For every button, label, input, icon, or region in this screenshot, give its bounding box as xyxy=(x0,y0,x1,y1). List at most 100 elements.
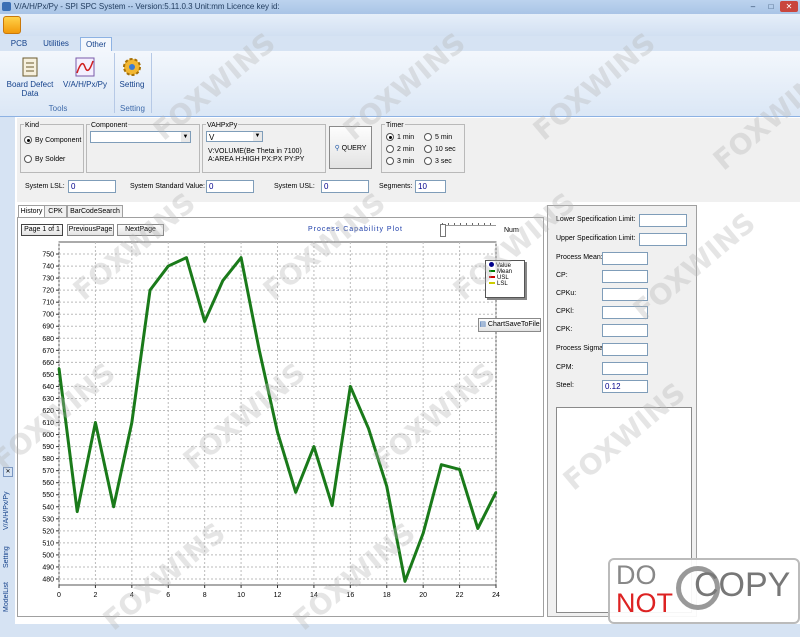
chart-save-to-file-button[interactable]: ▤ ChartSaveToFile xyxy=(478,318,541,332)
kind-by-solder[interactable]: By Solder xyxy=(24,155,65,163)
application-menu-button[interactable] xyxy=(3,16,21,34)
search-icon: ⚲ xyxy=(334,145,340,152)
timer-1min[interactable]: 1 min xyxy=(386,133,414,141)
ribbon-tab-strip xyxy=(0,36,800,52)
side-panel: ✕ V/A/H/Px/Py Setting ModelList xyxy=(0,464,16,624)
data-point xyxy=(349,385,352,388)
board-defect-data-button[interactable]: Board Defect Data xyxy=(6,56,54,98)
side-tab-vahpxpy[interactable]: V/A/H/Px/Py xyxy=(3,480,10,530)
tick-label-x: 20 xyxy=(419,592,427,599)
radio-3min[interactable] xyxy=(386,157,394,165)
minimize-icon[interactable]: – xyxy=(744,1,762,12)
kind-title: Kind xyxy=(24,122,41,129)
previous-page-button[interactable]: PreviousPage xyxy=(67,224,114,236)
tick-label-x: 18 xyxy=(383,592,391,599)
stat-value[interactable] xyxy=(602,252,648,265)
slider-track xyxy=(440,225,496,228)
tick-label-y: 710 xyxy=(42,300,54,307)
stat-value[interactable] xyxy=(602,343,648,356)
radio-by-solder[interactable] xyxy=(24,155,32,163)
component-title: Component xyxy=(90,122,129,129)
title-bar: V/A/H/Px/Py - SPI SPC System -- Version:… xyxy=(0,0,800,15)
board-defect-label: Board Defect Data xyxy=(6,80,54,98)
tick-label-x: 0 xyxy=(57,592,61,599)
radio-1min[interactable] xyxy=(386,133,394,141)
radio-10sec[interactable] xyxy=(424,145,432,153)
tab-utilities[interactable]: Utilities xyxy=(38,37,74,51)
system-standard-input[interactable]: 0 xyxy=(206,180,254,193)
system-lsl-input[interactable]: 0 xyxy=(68,180,116,193)
tick-label-y: 750 xyxy=(42,252,54,259)
stat-value[interactable] xyxy=(602,270,648,283)
stat-value[interactable]: 0.12 xyxy=(602,380,648,393)
timer-3min[interactable]: 3 min xyxy=(386,157,414,165)
tick-label-y: 650 xyxy=(42,372,54,379)
data-point xyxy=(294,491,297,494)
stamp-copy: COPY xyxy=(694,566,791,604)
radio-5min[interactable] xyxy=(424,133,432,141)
tick-label-y: 500 xyxy=(42,552,54,559)
stat-label: CPKu: xyxy=(556,290,577,297)
side-tab-setting[interactable]: Setting xyxy=(3,538,10,568)
setting-button[interactable]: Setting xyxy=(116,56,148,89)
stat-label: Lower Specification Limit: xyxy=(556,216,636,223)
tab-pcb[interactable]: PCB xyxy=(6,37,32,51)
legend-item-lsl: LSL xyxy=(489,281,524,287)
stat-value[interactable] xyxy=(639,214,687,227)
query-button[interactable]: ⚲ QUERY xyxy=(329,126,372,169)
segments-input[interactable]: 10 xyxy=(415,180,446,193)
data-point xyxy=(167,264,170,268)
window-title: V/A/H/Px/Py - SPI SPC System -- Version:… xyxy=(14,2,280,11)
data-point xyxy=(276,430,279,434)
chevron-down-icon[interactable]: ▼ xyxy=(253,132,262,141)
vahpxpy-button[interactable]: V/A/H/Px/Py xyxy=(60,56,110,89)
data-point xyxy=(185,256,188,259)
tick-label-y: 620 xyxy=(42,408,54,415)
timer-2min[interactable]: 2 min xyxy=(386,145,414,153)
tick-label-x: 12 xyxy=(274,592,282,599)
system-lsl-label: System LSL: xyxy=(25,183,65,190)
kind-group xyxy=(20,124,84,173)
data-point xyxy=(57,367,61,370)
plot-area xyxy=(58,241,497,586)
tick-label-y: 540 xyxy=(42,504,54,511)
app-icon xyxy=(2,2,11,11)
component-select[interactable] xyxy=(90,131,191,143)
system-usl-input[interactable]: 0 xyxy=(321,180,369,193)
tick-label-y: 610 xyxy=(42,420,54,427)
kind-by-component[interactable]: By Component xyxy=(24,136,81,144)
stat-value[interactable] xyxy=(639,233,687,246)
radio-3sec[interactable] xyxy=(424,157,432,165)
timer-title: Timer xyxy=(385,122,405,129)
chart-title: Process Capability Plot xyxy=(308,226,403,233)
data-point xyxy=(221,279,225,282)
tab-other[interactable]: Other xyxy=(80,37,112,52)
next-page-button[interactable]: NextPage xyxy=(117,224,164,236)
stat-value[interactable] xyxy=(602,306,648,319)
data-point xyxy=(494,491,498,494)
pin-icon[interactable]: ✕ xyxy=(3,467,13,477)
page-indicator: Page 1 of 1 xyxy=(21,224,63,236)
chevron-down-icon[interactable]: ▼ xyxy=(181,132,190,142)
setting-label: Setting xyxy=(119,80,145,89)
radio-by-component[interactable] xyxy=(24,136,32,144)
close-icon[interactable]: ✕ xyxy=(780,1,798,12)
stat-value[interactable] xyxy=(602,362,648,375)
timer-3sec[interactable]: 3 sec xyxy=(424,157,452,165)
stat-label: CP: xyxy=(556,272,568,279)
radio-2min[interactable] xyxy=(386,145,394,153)
vahpxpy-title: VAHPxPy xyxy=(206,122,239,129)
tick-label-x: 14 xyxy=(310,592,318,599)
data-point xyxy=(440,463,443,466)
slider-thumb[interactable] xyxy=(440,224,446,237)
side-tab-modellist[interactable]: ModelList xyxy=(3,576,10,612)
stat-label: Process Mean: xyxy=(556,254,603,261)
stat-value[interactable] xyxy=(602,324,648,337)
num-slider[interactable] xyxy=(440,223,496,237)
tick-label-x: 24 xyxy=(492,592,500,599)
stat-value[interactable] xyxy=(602,288,648,301)
maximize-icon[interactable]: □ xyxy=(762,1,780,12)
timer-5min[interactable]: 5 min xyxy=(424,133,452,141)
timer-10sec[interactable]: 10 sec xyxy=(424,145,456,153)
stat-label: Upper Specification Limit: xyxy=(556,235,636,242)
